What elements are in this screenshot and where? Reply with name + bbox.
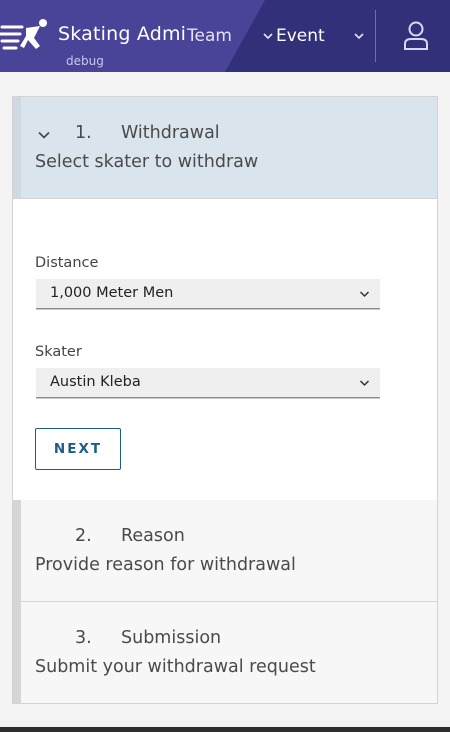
distance-select[interactable]: 1,000 Meter Men [36,279,380,309]
chevron-down-icon[interactable] [262,31,274,41]
step-submission-header[interactable]: 3. Submission Submit your withdrawal req… [13,602,437,703]
step-description: Select skater to withdraw [35,152,259,172]
step-withdrawal-header[interactable]: 1. Withdrawal Select skater to withdraw [13,97,437,199]
step-indicator-bar [13,602,21,703]
nav-team[interactable]: Team [187,26,232,46]
step-indicator-bar [13,500,21,601]
app-subtitle: debug [66,54,104,68]
withdrawal-stepper: 1. Withdrawal Select skater to withdraw … [12,96,438,704]
step-reason-header[interactable]: 2. Reason Provide reason for withdrawal [13,500,437,602]
nav-event[interactable]: Event [276,26,325,46]
step-title: Reason [121,526,185,546]
step-title: Withdrawal [121,123,220,143]
user-icon[interactable] [401,20,431,52]
nav-divider [375,10,376,62]
step-number: 3. [75,628,92,648]
app-header: Skating Admin debug Team Event [0,0,450,72]
chevron-down-icon [359,291,370,298]
distance-value: 1,000 Meter Men [50,285,174,301]
step-description: Submit your withdrawal request [35,657,316,677]
step-number: 2. [75,526,92,546]
step-indicator-bar [13,97,21,198]
distance-label: Distance [35,255,99,271]
step-number: 1. [75,123,92,143]
app-title[interactable]: Skating Admin [58,23,186,45]
chevron-down-icon[interactable] [37,130,51,140]
step-title: Submission [121,628,222,648]
skater-logo-icon[interactable] [0,18,50,54]
step-description: Provide reason for withdrawal [35,555,296,575]
skater-label: Skater [35,344,82,360]
skater-value: Austin Kleba [50,374,141,390]
chevron-down-icon [359,380,370,387]
next-button[interactable]: NEXT [35,428,121,470]
chevron-down-icon[interactable] [353,31,365,41]
skater-select[interactable]: Austin Kleba [36,368,380,398]
bottom-bar [0,727,450,732]
